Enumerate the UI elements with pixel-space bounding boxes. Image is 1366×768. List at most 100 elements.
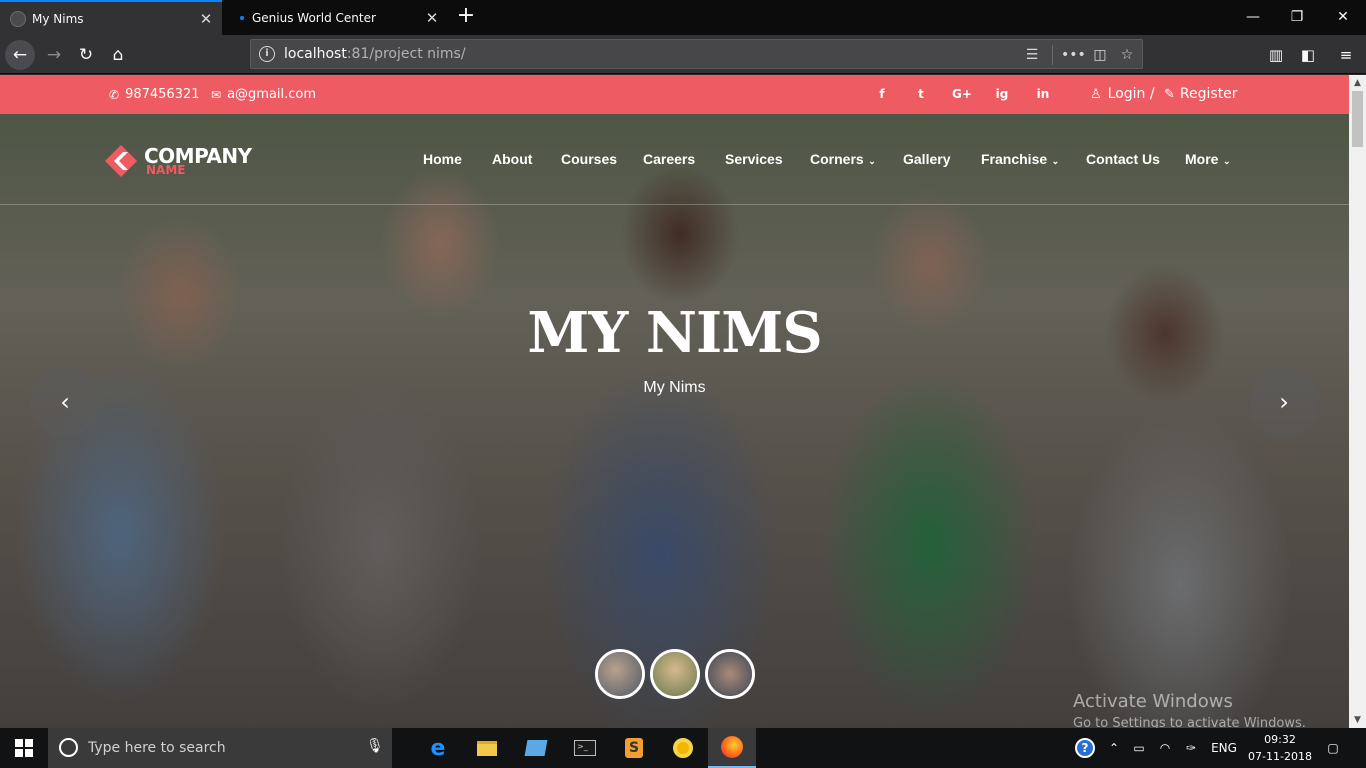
register-label: Register	[1179, 86, 1238, 102]
edge-app-icon[interactable]: e	[414, 728, 462, 768]
chevron-down-icon: ⌄	[1049, 156, 1060, 166]
loading-dot-icon	[240, 15, 244, 20]
sidebar-icon[interactable]: ◧	[1296, 43, 1320, 67]
nav-more[interactable]: More ⌄	[1185, 151, 1231, 167]
nav-franchise[interactable]: Franchise ⌄	[981, 151, 1059, 167]
nav-corners[interactable]: Corners ⌄	[810, 151, 876, 167]
hero-overlay	[0, 114, 1349, 728]
nav-courses[interactable]: Courses	[561, 151, 617, 167]
firefox-app-icon[interactable]	[708, 728, 756, 768]
language-indicator[interactable]: ENG	[1208, 728, 1240, 768]
facebook-icon[interactable]: f	[871, 87, 893, 105]
carousel-next-button[interactable]: ›	[1249, 367, 1319, 437]
site-info-icon[interactable]: i	[259, 46, 275, 62]
file-explorer-icon[interactable]	[463, 728, 511, 768]
url-bar[interactable]: i localhost:81/project nims/ ☰ ••• ◫ ☆	[250, 39, 1143, 69]
scroll-up-icon[interactable]: ▲	[1349, 75, 1366, 91]
phone-icon: ✆	[109, 87, 120, 102]
hero-slider: COMPANY NAME Home About Courses Careers …	[0, 114, 1349, 728]
search-placeholder: Type here to search	[88, 740, 226, 756]
site-logo[interactable]: COMPANY NAME	[104, 142, 279, 182]
tab-strip: My Nims ✕ Genius World Center ✕ + — ❐ ✕	[0, 0, 1366, 35]
phone-number: 987456321	[125, 87, 200, 102]
nav-careers[interactable]: Careers	[643, 151, 695, 167]
notifications-icon[interactable]: ▢	[1320, 728, 1346, 768]
favicon-icon	[10, 10, 26, 27]
activate-windows-watermark: Activate Windows Go to Settings to activ…	[1073, 691, 1306, 728]
activate-text: Go to Settings to activate Windows.	[1073, 716, 1306, 728]
linkedin-icon[interactable]: in	[1032, 87, 1054, 105]
tab-genius-world-center[interactable]: Genius World Center ✕	[222, 0, 448, 35]
url-separator	[1052, 45, 1053, 65]
close-icon[interactable]: ✕	[196, 10, 216, 28]
help-icon[interactable]: ?	[1072, 728, 1098, 768]
nav-gallery[interactable]: Gallery	[903, 151, 950, 167]
tab-my-nims[interactable]: My Nims ✕	[0, 0, 222, 35]
url-text[interactable]: localhost:81/project nims/	[284, 46, 466, 62]
site-topbar: ✆ 987456321 ✉ a@gmail.com f t G+ ig in ♙…	[0, 75, 1349, 114]
scroll-down-icon[interactable]: ▼	[1349, 712, 1366, 728]
library-icon[interactable]: ▥	[1264, 43, 1288, 67]
envelope-icon: ✉	[211, 87, 222, 102]
google-plus-icon[interactable]: G+	[951, 87, 973, 105]
email-address: a@gmail.com	[227, 87, 317, 102]
reader-view-icon[interactable]: ☰	[1021, 44, 1043, 66]
hero-subtitle: My Nims	[643, 379, 706, 396]
carousel-thumb-1[interactable]	[595, 649, 645, 699]
clock-time: 09:32	[1264, 733, 1296, 746]
nav-toolbar: ← → ↻ ⌂ i localhost:81/project nims/ ☰ •…	[0, 35, 1366, 74]
nav-contact-us[interactable]: Contact Us	[1086, 151, 1160, 167]
home-button[interactable]: ⌂	[103, 40, 133, 70]
window-close-icon[interactable]: ✕	[1320, 0, 1366, 35]
nav-more-label: More	[1185, 151, 1219, 167]
pen-icon[interactable]: ✑	[1180, 728, 1202, 768]
microphone-icon[interactable]: 🎙	[366, 738, 384, 754]
wifi-icon[interactable]: ◠	[1154, 728, 1176, 768]
instagram-icon[interactable]: ig	[991, 87, 1013, 105]
close-icon[interactable]: ✕	[422, 9, 442, 27]
nav-about[interactable]: About	[492, 151, 532, 167]
tray-expand-icon[interactable]: ⌃	[1104, 728, 1124, 768]
pocket-icon[interactable]: ◫	[1089, 44, 1111, 66]
chevron-left-icon: ‹	[60, 388, 70, 416]
nav-services[interactable]: Services	[725, 151, 783, 167]
terminal-app-icon[interactable]: >_	[561, 728, 609, 768]
carousel-thumb-3[interactable]	[705, 649, 755, 699]
start-button[interactable]	[0, 728, 48, 768]
forward-button[interactable]: →	[39, 40, 69, 70]
battery-icon[interactable]: ▭	[1128, 728, 1150, 768]
nav-home[interactable]: Home	[423, 151, 462, 167]
windows-taskbar: Type here to search 🎙 e >_ S ? ⌃ ▭ ◠ ✑ E…	[0, 728, 1366, 768]
menu-icon[interactable]: ≡	[1334, 43, 1358, 67]
tab-title: My Nims	[32, 11, 84, 26]
tab-title: Genius World Center	[252, 10, 376, 25]
chrome-canary-icon[interactable]	[659, 728, 707, 768]
nav-corners-label: Corners	[810, 151, 864, 167]
taskbar-search-box[interactable]: Type here to search 🎙	[48, 728, 392, 768]
chevron-down-icon: ⌄	[865, 156, 876, 166]
store-app-icon[interactable]	[512, 728, 560, 768]
minimize-icon[interactable]: —	[1230, 0, 1276, 35]
register-link[interactable]: ✎ Register	[1164, 86, 1238, 102]
email-contact[interactable]: ✉ a@gmail.com	[211, 87, 316, 102]
login-link[interactable]: ♙ Login /	[1090, 86, 1155, 102]
login-label: Login /	[1107, 86, 1155, 102]
reload-button[interactable]: ↻	[71, 40, 101, 70]
nav-franchise-label: Franchise	[981, 151, 1048, 167]
hero-title: MY NIMS	[527, 300, 822, 366]
carousel-thumb-2[interactable]	[650, 649, 700, 699]
carousel-prev-button[interactable]: ‹	[30, 367, 100, 437]
page-scrollbar[interactable]: ▲ ▼	[1349, 75, 1366, 728]
page-actions-icon[interactable]: •••	[1061, 44, 1086, 66]
sublime-text-icon[interactable]: S	[610, 728, 658, 768]
restore-icon[interactable]: ❐	[1274, 0, 1320, 35]
twitter-icon[interactable]: t	[910, 87, 932, 105]
scroll-thumb[interactable]	[1352, 91, 1363, 147]
system-clock[interactable]: 09:32 07-11-2018	[1244, 731, 1316, 765]
back-button[interactable]: ←	[5, 40, 35, 70]
new-tab-button[interactable]: +	[452, 3, 480, 31]
bookmark-star-icon[interactable]: ☆	[1116, 44, 1138, 66]
cortana-icon	[59, 738, 78, 757]
chevron-right-icon: ›	[1279, 388, 1289, 416]
phone-contact[interactable]: ✆ 987456321	[109, 87, 200, 102]
